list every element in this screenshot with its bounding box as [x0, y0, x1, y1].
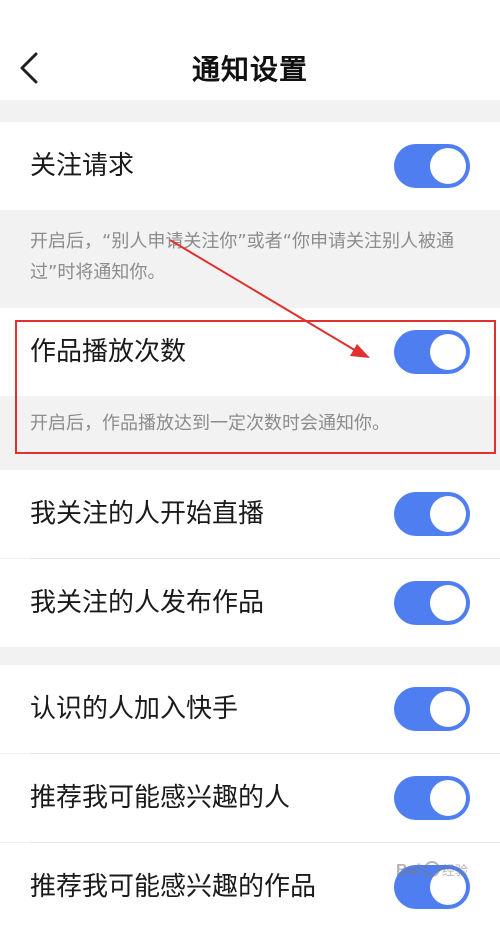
toggle-switch[interactable]: [394, 687, 470, 731]
toggle-switch[interactable]: [394, 581, 470, 625]
setting-row-play-count[interactable]: 作品播放次数: [0, 308, 500, 396]
toggle-knob: [430, 780, 466, 816]
toggle-switch[interactable]: [394, 776, 470, 820]
svg-text:Bai: Bai: [396, 862, 421, 879]
setting-row-recommend-people[interactable]: 推荐我可能感兴趣的人: [0, 754, 500, 842]
toggle-knob: [430, 691, 466, 727]
setting-label: 推荐我可能感兴趣的作品: [30, 872, 317, 902]
toggle-knob: [430, 334, 466, 370]
toggle-switch[interactable]: [394, 144, 470, 188]
play-count-description: 开启后，作品播放达到一定次数时会通知你。: [30, 413, 390, 434]
setting-row-following-post[interactable]: 我关注的人发布作品: [0, 559, 500, 647]
setting-description: 开启后，作品播放达到一定次数时会通知你。: [0, 396, 500, 468]
svg-text:经验: 经验: [442, 863, 468, 879]
toggle-switch[interactable]: [394, 330, 470, 374]
setting-label: 我关注的人发布作品: [30, 588, 265, 618]
setting-row-contacts-join[interactable]: 认识的人加入快手: [0, 665, 500, 753]
header-bar: 通知设置: [0, 0, 500, 100]
baidu-watermark-logo: Bai 经验: [396, 861, 468, 879]
setting-label: 作品播放次数: [30, 337, 187, 367]
page-title: 通知设置: [191, 53, 308, 86]
setting-label: 关注请求: [30, 151, 135, 181]
setting-row-follow-request[interactable]: 关注请求: [0, 122, 500, 210]
toggle-knob: [430, 585, 466, 621]
toggle-knob: [430, 148, 466, 184]
setting-label: 我关注的人开始直播: [30, 499, 265, 529]
setting-row-following-live[interactable]: 我关注的人开始直播: [0, 470, 500, 558]
setting-label: 推荐我可能感兴趣的人: [30, 783, 291, 813]
toggle-switch[interactable]: [394, 492, 470, 536]
follow-request-description: 开启后，“别人申请关注你”或者“你申请关注别人被通过”时将通知你。: [30, 231, 454, 283]
setting-label: 认识的人加入快手: [30, 694, 239, 724]
setting-description: 开启后，“别人申请关注你”或者“你申请关注别人被通过”时将通知你。: [0, 210, 500, 308]
toggle-knob: [430, 496, 466, 532]
